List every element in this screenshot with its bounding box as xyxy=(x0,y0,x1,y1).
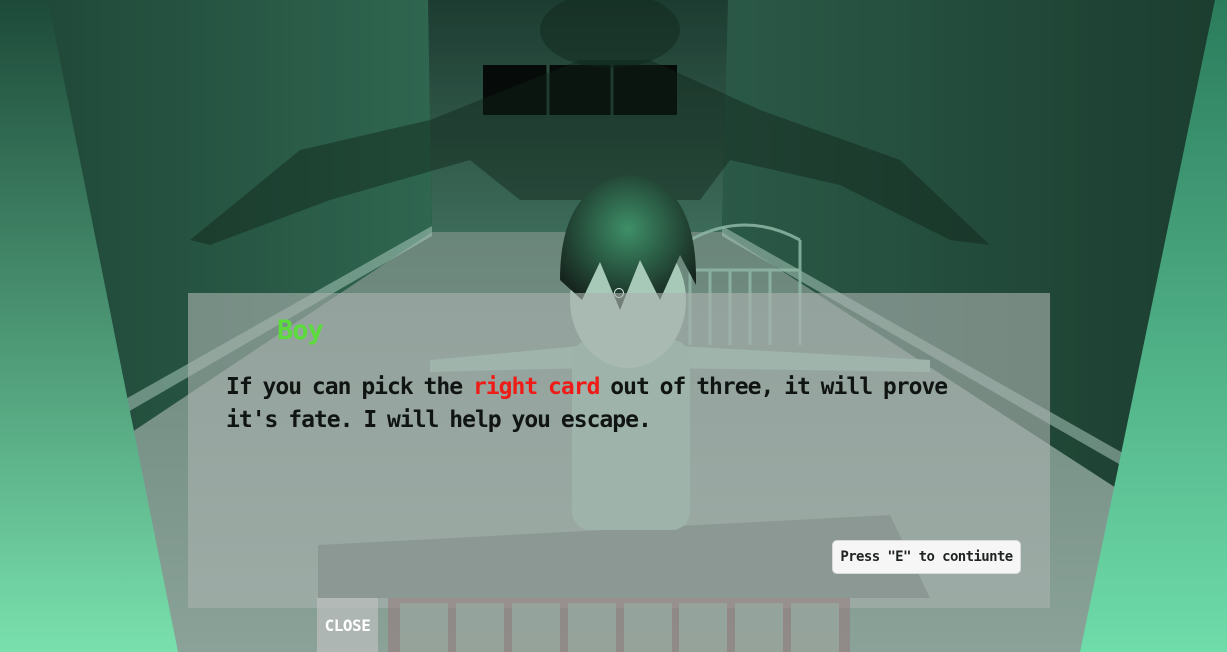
dialog-box: Boy If you can pick the right card out o… xyxy=(188,293,1050,608)
inventory-slot[interactable] xyxy=(735,603,783,652)
inventory-bar xyxy=(388,598,850,652)
close-button[interactable]: CLOSE xyxy=(317,598,378,652)
dialog-line1-end: out of three, it will prove xyxy=(599,374,948,400)
dialog-text: If you can pick the right card out of th… xyxy=(226,371,986,437)
inventory-slot[interactable] xyxy=(512,603,560,652)
inventory-slot[interactable] xyxy=(400,603,448,652)
speaker-name: Boy xyxy=(277,315,324,346)
inventory-slot[interactable] xyxy=(568,603,616,652)
dialog-line1-start: If you can pick the xyxy=(226,374,473,400)
inventory-slot[interactable] xyxy=(624,603,672,652)
dialog-line2: it's fate. I will help you escape. xyxy=(226,407,652,433)
dialog-highlight: right card xyxy=(472,374,600,400)
inventory-slot[interactable] xyxy=(679,603,727,652)
inventory-slot[interactable] xyxy=(791,603,839,652)
inventory-slot[interactable] xyxy=(456,603,504,652)
continue-button[interactable]: Press "E" to contiunte xyxy=(833,541,1020,573)
